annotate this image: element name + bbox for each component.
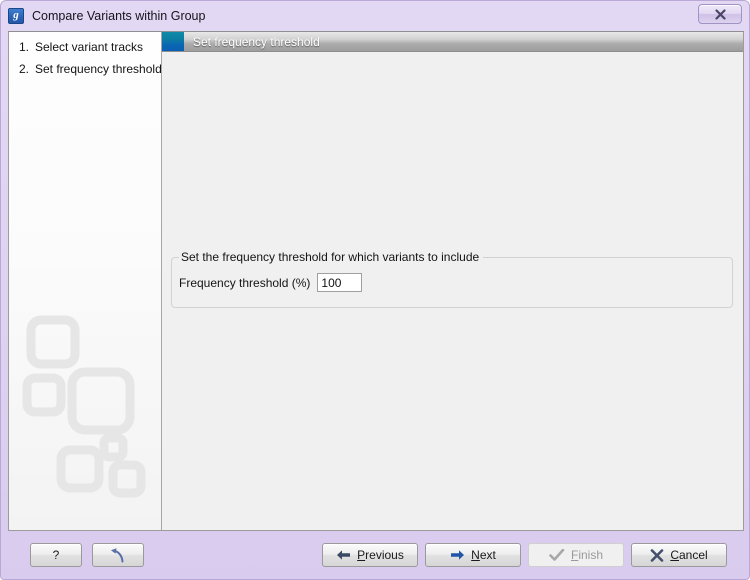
cancel-mnemonic: C xyxy=(670,548,679,562)
sidebar-step-1[interactable]: 1. Select variant tracks xyxy=(19,40,161,54)
check-icon xyxy=(549,548,565,561)
step-1-number: 1. xyxy=(19,40,30,54)
finish-label: Finish xyxy=(571,548,603,562)
watermark-squares-icon xyxy=(22,315,146,498)
close-button[interactable] xyxy=(698,4,742,24)
step-list: 1. Select variant tracks 2. Set frequenc… xyxy=(9,32,161,76)
window-title: Compare Variants within Group xyxy=(32,8,206,23)
previous-button[interactable]: Previous xyxy=(322,543,418,567)
finish-button[interactable]: Finish xyxy=(528,543,624,567)
content-header-title: Set frequency threshold xyxy=(193,34,320,49)
previous-rest: revious xyxy=(365,548,404,562)
group-legend: Set the frequency threshold for which va… xyxy=(179,250,484,264)
frequency-threshold-input[interactable] xyxy=(317,273,363,292)
arrow-right-icon xyxy=(451,550,465,560)
reset-arrow-icon xyxy=(111,548,124,563)
group-content: Frequency threshold (%) xyxy=(171,257,733,308)
step-2-number: 2. xyxy=(19,62,30,76)
app-logo-icon: g xyxy=(8,7,24,24)
close-icon xyxy=(714,8,726,20)
next-label: Next xyxy=(471,548,496,562)
x-icon xyxy=(651,548,664,562)
footer-right-buttons: Previous Next Finish Cancel xyxy=(322,543,727,567)
title-bar: g Compare Variants within Group xyxy=(1,1,749,30)
dialog-body: 1. Select variant tracks 2. Set frequenc… xyxy=(8,31,744,531)
reset-button[interactable] xyxy=(92,543,144,567)
step-indicator-icon xyxy=(162,32,184,51)
content-header: Set frequency threshold xyxy=(162,32,743,52)
arrow-left-icon xyxy=(337,550,351,560)
help-button[interactable]: ? xyxy=(30,543,82,567)
next-button[interactable]: Next xyxy=(425,543,521,567)
help-label: ? xyxy=(52,548,60,562)
wizard-content-panel: Set frequency threshold Set the frequenc… xyxy=(162,32,743,530)
next-mnemonic: N xyxy=(471,548,480,562)
frequency-threshold-label: Frequency threshold (%) xyxy=(179,275,311,290)
wizard-step-sidebar: 1. Select variant tracks 2. Set frequenc… xyxy=(9,32,162,530)
previous-label: Previous xyxy=(357,548,404,562)
step-2-label: Set frequency threshold xyxy=(35,62,162,76)
finish-rest: inish xyxy=(578,548,604,562)
footer-left-buttons: ? xyxy=(30,543,144,567)
previous-mnemonic: P xyxy=(357,548,366,562)
next-rest: ext xyxy=(479,548,496,562)
step-1-label: Select variant tracks xyxy=(35,40,144,54)
cancel-button[interactable]: Cancel xyxy=(631,543,727,567)
cancel-rest: ancel xyxy=(678,548,708,562)
sidebar-step-2[interactable]: 2. Set frequency threshold xyxy=(19,62,161,76)
cancel-label: Cancel xyxy=(670,548,707,562)
dialog-footer: ? Previous Next Finish Cancel xyxy=(8,533,744,573)
frequency-threshold-group: Set the frequency threshold for which va… xyxy=(171,250,733,308)
dialog-window: g Compare Variants within Group 1. Selec… xyxy=(0,0,750,580)
